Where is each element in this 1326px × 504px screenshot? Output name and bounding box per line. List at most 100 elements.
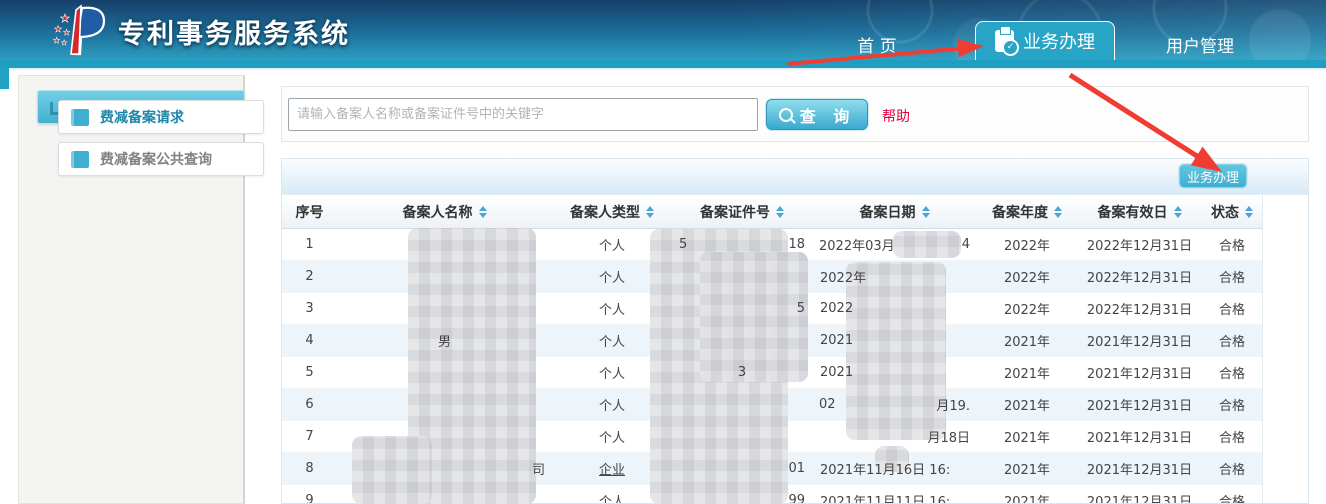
- sort-icon: [1054, 206, 1062, 218]
- table-cell: 2021年: [977, 427, 1077, 446]
- table-cell: 2021年12月31日: [1077, 395, 1202, 414]
- search-input[interactable]: [288, 98, 758, 131]
- clipboard-check-icon: ✓: [995, 30, 1014, 52]
- search-icon: [779, 108, 793, 122]
- column-header-label: 备案日期: [860, 202, 916, 222]
- table-body: 1个人5182022年03月42022年2022年12月31日合格2个人2022…: [282, 229, 1262, 504]
- table-cell: 2022年: [977, 267, 1077, 286]
- column-header[interactable]: 备案日期: [812, 202, 977, 222]
- left-accent-block: [0, 68, 9, 89]
- table-cell: 8: [282, 461, 337, 476]
- table-header-row: 序号 备案人名称 备案人类型 备案证件号 备案日期 备案年度 备案有效日 状态: [282, 195, 1262, 229]
- table-cell: 合格: [1202, 363, 1262, 382]
- tab-label: 业务办理: [1023, 28, 1095, 54]
- table-cell: 合格: [1202, 299, 1262, 318]
- table-cell: 2022年: [812, 267, 977, 286]
- table-cell: 个人: [552, 267, 672, 286]
- table-row[interactable]: 6个人02月19.2021年2021年12月31日合格: [282, 389, 1262, 421]
- sort-icon: [646, 206, 654, 218]
- panel-toolbar: 业务办理: [282, 159, 1308, 195]
- nav-item[interactable]: 用户管理: [1140, 32, 1260, 57]
- table-cell: 个人: [552, 299, 672, 318]
- table-cell: 月18日: [812, 427, 977, 446]
- table-cell: 2021: [812, 333, 977, 348]
- table-cell: 518: [672, 237, 812, 252]
- table-cell: 2022年12月31日: [1077, 299, 1202, 318]
- table-cell: 2021年: [977, 491, 1077, 504]
- sort-icon: [479, 206, 487, 218]
- sidebar-item[interactable]: 费减备案公共查询: [58, 142, 264, 176]
- nav-item[interactable]: 首 页: [822, 32, 932, 57]
- business-handle-button[interactable]: 业务办理: [1179, 164, 1247, 188]
- column-header-label: 备案有效日: [1098, 202, 1168, 222]
- records-panel: 业务办理 序号 备案人名称 备案人类型 备案证件号 备案日期 备案年度 备案有效日 状态 1 个…: [281, 158, 1309, 504]
- table-cell: 3: [282, 301, 337, 316]
- table-cell: 2022年03月4: [812, 235, 977, 254]
- table-row[interactable]: 2个人2022年2022年2022年12月31日合格: [282, 261, 1262, 293]
- column-header-label: 备案人类型: [570, 202, 640, 222]
- sidebar: 费减备案 ▶ 费减备案请求费减备案公共查询: [18, 75, 245, 504]
- column-header: 序号: [282, 202, 337, 222]
- table-cell: 01: [672, 461, 812, 476]
- table-cell: 2021: [812, 365, 977, 380]
- table-row[interactable]: 7 个人 月18日2021年2021年12月31日合格: [282, 421, 1262, 453]
- table-cell: 4: [282, 333, 337, 348]
- column-header-label: 备案人名称: [403, 202, 473, 222]
- table-row[interactable]: 3 个人520222022年2022年12月31日合格: [282, 293, 1262, 325]
- search-button[interactable]: 查 询: [766, 99, 868, 130]
- table-row[interactable]: 8司企业012021年11月16日 16:2021年2021年12月31日合格: [282, 453, 1262, 485]
- table-cell: 2021年: [977, 395, 1077, 414]
- table-cell: 2021年12月31日: [1077, 427, 1202, 446]
- table-cell: 2021年: [977, 459, 1077, 478]
- table-cell: 2022年12月31日: [1077, 267, 1202, 286]
- table-cell: 2021年12月31日: [1077, 459, 1202, 478]
- column-header-label: 备案证件号: [700, 202, 770, 222]
- table-cell: 个人: [552, 331, 672, 350]
- table-cell: 2021年12月31日: [1077, 331, 1202, 350]
- column-header[interactable]: 备案人名称: [337, 202, 552, 222]
- table-row[interactable]: 5个人320212021年2021年12月31日合格: [282, 357, 1262, 389]
- search-panel: 查 询 帮助: [281, 86, 1309, 142]
- table-cell: 个人: [552, 395, 672, 414]
- table-cell: 2021年12月31日: [1077, 491, 1202, 504]
- column-header[interactable]: 备案有效日: [1077, 202, 1202, 222]
- column-header-label: 状态: [1211, 202, 1239, 222]
- records-table: 序号备案人名称备案人类型备案证件号备案日期备案年度备案有效日状态 1个人5182…: [282, 195, 1263, 504]
- tab-business-handling[interactable]: ✓ 业务办理: [975, 21, 1115, 60]
- book-icon: [71, 151, 89, 168]
- table-cell: 2021年: [977, 363, 1077, 382]
- column-header[interactable]: 状态: [1202, 202, 1262, 222]
- table-cell: 7: [282, 429, 337, 444]
- sidebar-item-label: 费减备案请求: [100, 107, 184, 127]
- table-cell: 合格: [1202, 235, 1262, 254]
- table-cell: 2022: [812, 301, 977, 316]
- table-cell: 合格: [1202, 427, 1262, 446]
- table-cell: 2021年12月31日: [1077, 363, 1202, 382]
- table-row[interactable]: 9个人992021年11月11日 16:2021年2021年12月31日合格: [282, 485, 1262, 504]
- table-cell: 5: [672, 301, 812, 316]
- table-cell: 合格: [1202, 331, 1262, 350]
- main-nav: 首 页 ✓ 业务办理 用户管理: [0, 0, 1326, 60]
- book-icon: [71, 109, 89, 126]
- sort-icon: [1245, 206, 1253, 218]
- table-cell: 个人: [552, 427, 672, 446]
- help-link[interactable]: 帮助: [882, 106, 910, 126]
- sort-icon: [922, 206, 930, 218]
- table-row[interactable]: 4男个人20212021年2021年12月31日合格: [282, 325, 1262, 357]
- table-cell: 企业: [552, 459, 672, 478]
- table-cell: 2022年: [977, 299, 1077, 318]
- sidebar-item[interactable]: 费减备案请求: [58, 100, 264, 134]
- table-cell: 个人: [552, 235, 672, 254]
- column-header[interactable]: 备案证件号: [672, 202, 812, 222]
- table-cell: 1: [282, 237, 337, 252]
- table-row[interactable]: 1个人5182022年03月42022年2022年12月31日合格: [282, 229, 1262, 261]
- app-header: ★ ★ ★ ★ ★ 专利事务服务系统 首 页✓业务办理用户管理: [0, 0, 1326, 60]
- table-cell: 99: [672, 493, 812, 504]
- column-header[interactable]: 备案人类型: [552, 202, 672, 222]
- table-cell: 5: [282, 365, 337, 380]
- sort-icon: [776, 206, 784, 218]
- table-cell: 2: [282, 269, 337, 284]
- column-header[interactable]: 备案年度: [977, 202, 1077, 222]
- table-cell: 司: [337, 459, 552, 478]
- table-cell: 2021年: [977, 331, 1077, 350]
